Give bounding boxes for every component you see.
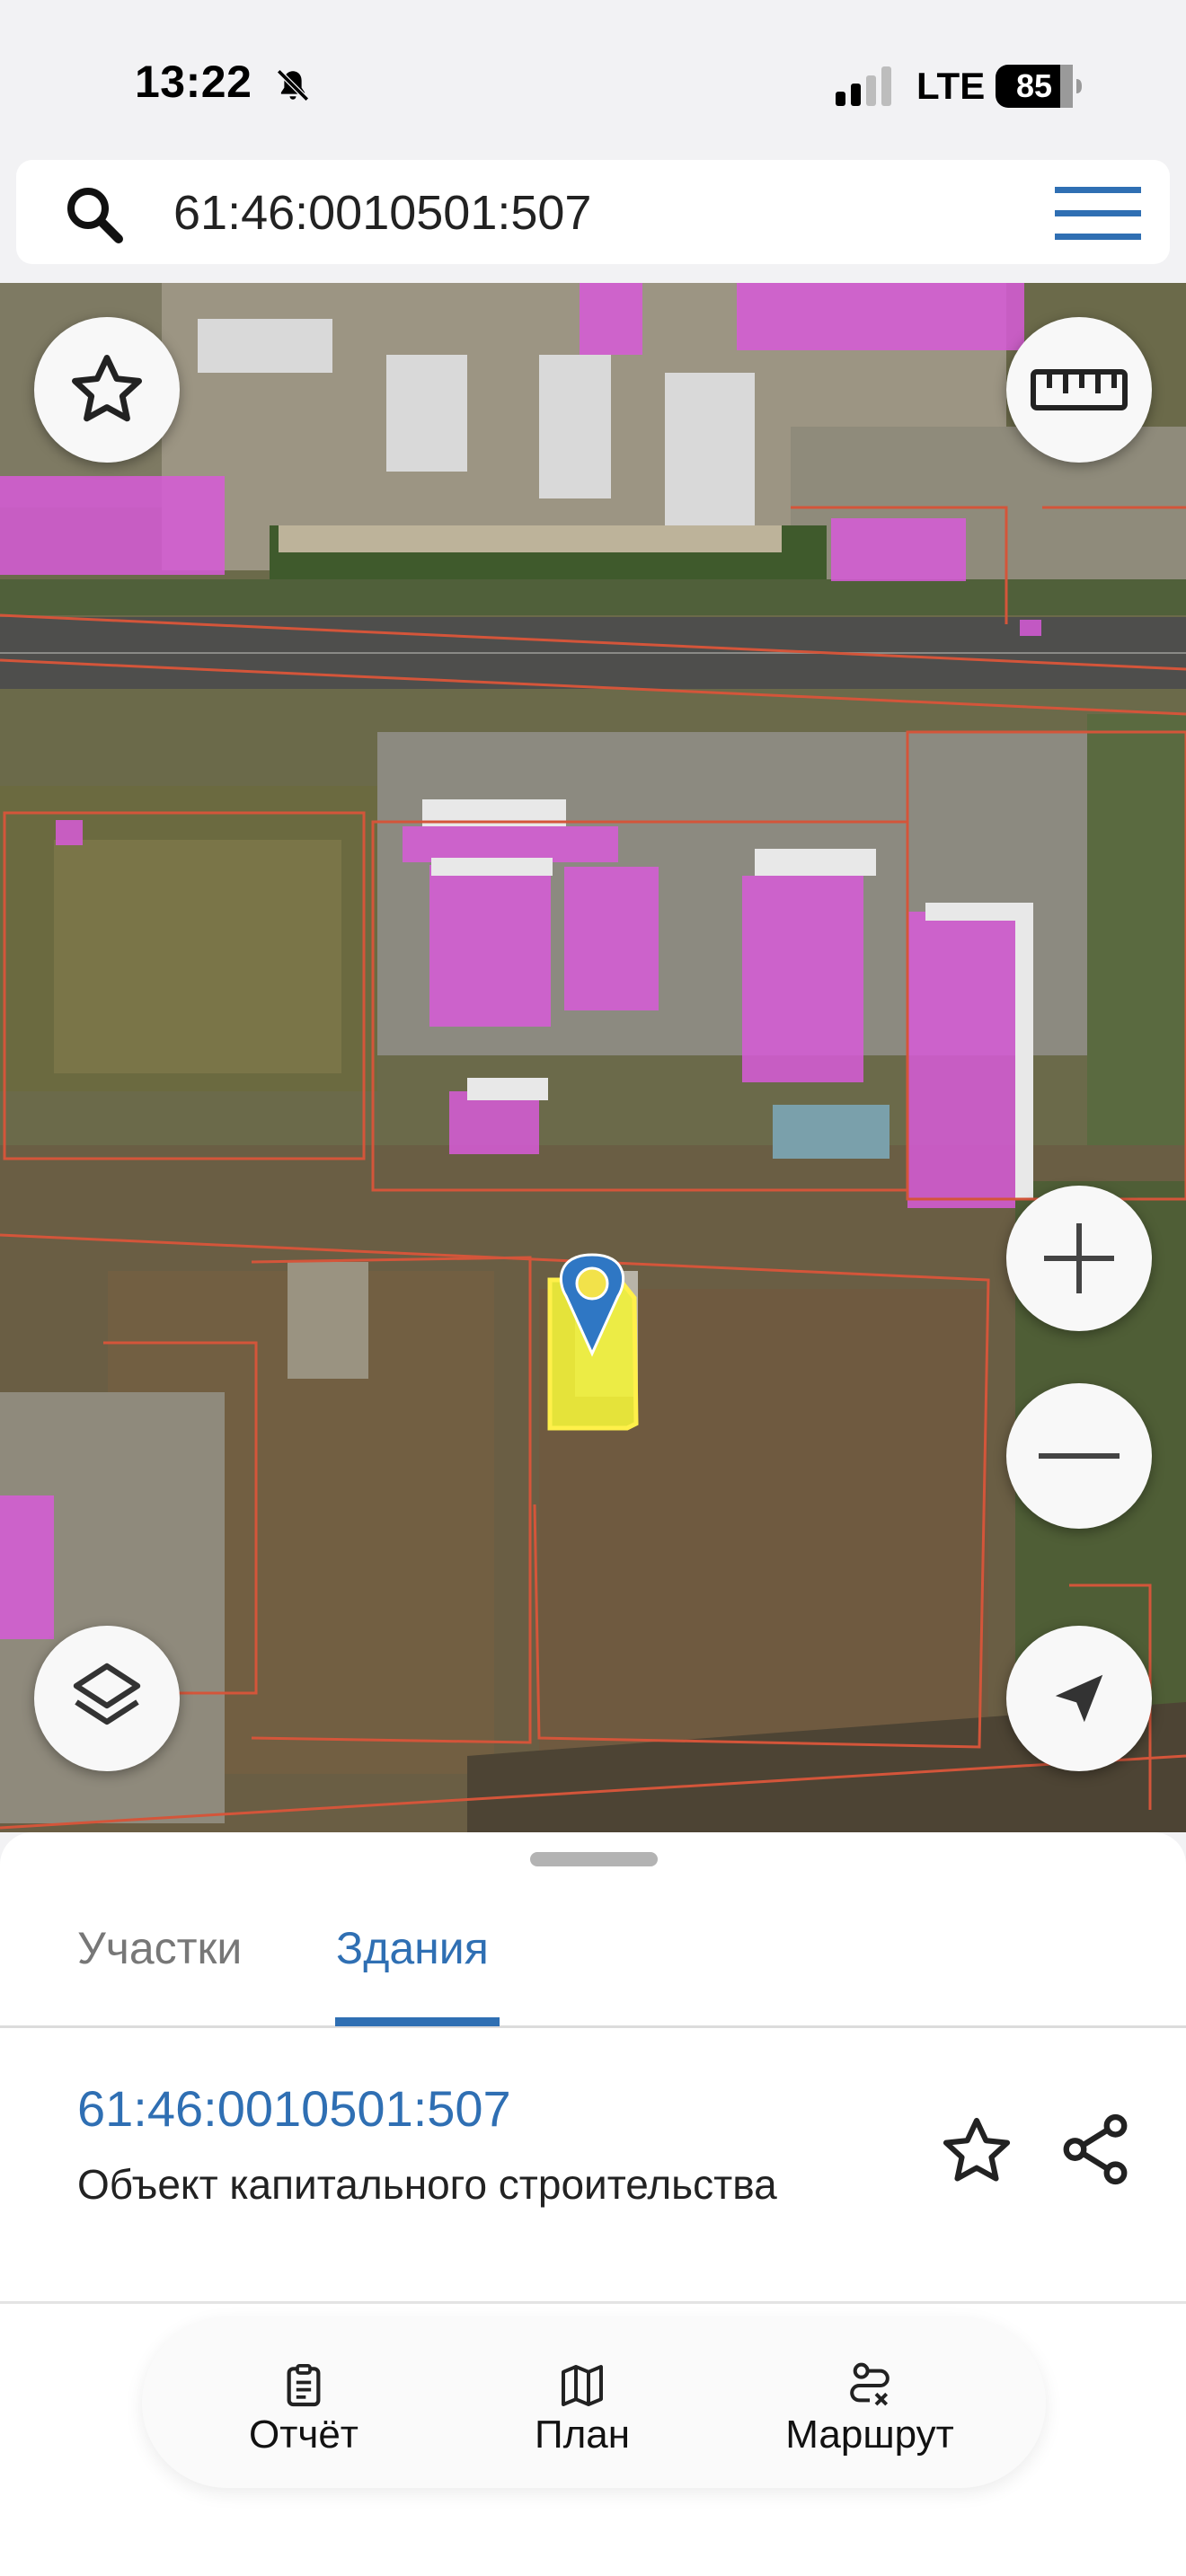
report-label: Отчёт bbox=[249, 2413, 358, 2457]
navigation-arrow-icon bbox=[1055, 1674, 1103, 1723]
favorite-star-icon[interactable] bbox=[936, 2113, 1017, 2190]
map-icon bbox=[562, 2365, 603, 2406]
tab-bar: Участки Здания bbox=[0, 1886, 1186, 2028]
star-icon bbox=[72, 355, 142, 422]
tab-parcels[interactable]: Участки bbox=[77, 1922, 242, 1974]
my-location-button[interactable] bbox=[1006, 1626, 1152, 1771]
ruler-button[interactable] bbox=[1006, 317, 1152, 463]
plan-button[interactable]: План bbox=[510, 2317, 654, 2488]
clipboard-icon bbox=[287, 2363, 321, 2407]
zoom-in-button[interactable] bbox=[1006, 1186, 1152, 1331]
action-bar: Отчёт План Маршрут bbox=[142, 2317, 1046, 2488]
tab-buildings[interactable]: Здания bbox=[336, 1922, 489, 1974]
plus-icon bbox=[1044, 1223, 1114, 1293]
search-bar bbox=[16, 160, 1170, 264]
report-button[interactable]: Отчёт bbox=[232, 2317, 376, 2488]
map-canvas[interactable] bbox=[0, 283, 1186, 1832]
status-time: 13:22 bbox=[135, 57, 252, 107]
layers-button[interactable] bbox=[34, 1626, 180, 1771]
active-tab-indicator bbox=[335, 2017, 500, 2026]
silent-bell-icon bbox=[277, 69, 309, 101]
route-button[interactable]: Маршрут bbox=[771, 2317, 969, 2488]
zoom-out-button[interactable] bbox=[1006, 1383, 1152, 1529]
search-input[interactable] bbox=[173, 181, 982, 244]
route-label: Маршрут bbox=[785, 2413, 954, 2457]
status-bar: 13:22 LTE 85 bbox=[0, 0, 1186, 162]
minus-icon bbox=[1039, 1453, 1120, 1459]
battery-level: 85 bbox=[1015, 67, 1053, 104]
search-icon[interactable] bbox=[61, 181, 128, 248]
app-screen: 13:22 LTE 85 61:46:0010501:507 Участки З… bbox=[0, 0, 1186, 2576]
favorite-button[interactable] bbox=[34, 317, 180, 463]
network-type: LTE bbox=[916, 65, 986, 107]
object-type-label: Объект капитального строительства bbox=[77, 2161, 777, 2208]
sheet-divider bbox=[0, 2301, 1186, 2304]
hamburger-menu-icon[interactable] bbox=[1055, 185, 1141, 243]
layers-icon bbox=[73, 1663, 141, 1725]
route-icon bbox=[850, 2362, 890, 2406]
cadastral-number-link[interactable]: 61:46:0010501:507 bbox=[77, 2079, 511, 2138]
plan-label: План bbox=[534, 2413, 631, 2457]
sheet-grabber[interactable] bbox=[530, 1852, 658, 1866]
signal-strength-icon bbox=[836, 66, 891, 106]
ruler-icon bbox=[1031, 369, 1128, 410]
satellite-map[interactable] bbox=[0, 283, 1186, 1832]
share-icon[interactable] bbox=[1055, 2109, 1136, 2190]
